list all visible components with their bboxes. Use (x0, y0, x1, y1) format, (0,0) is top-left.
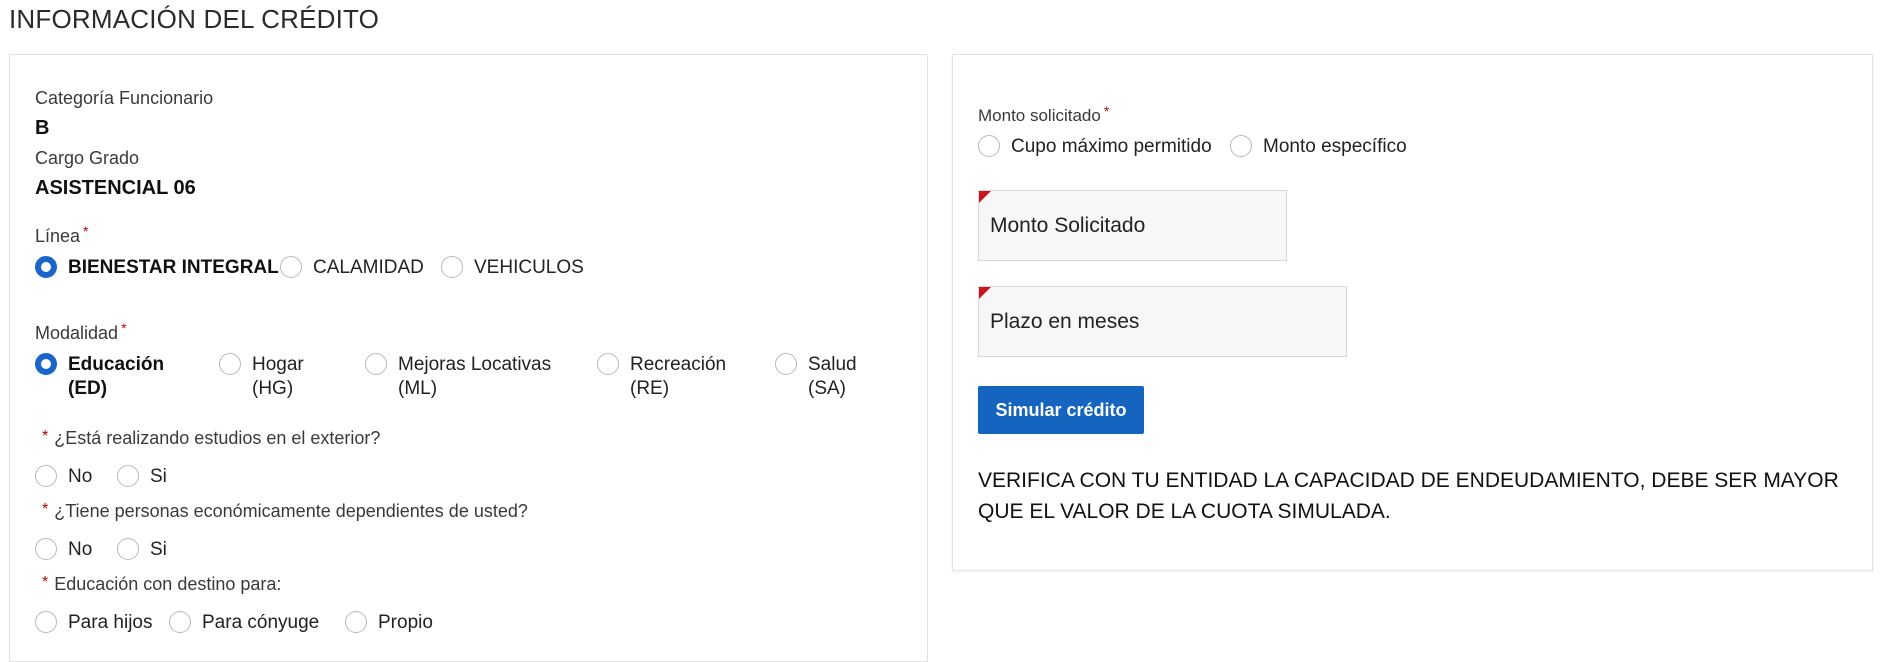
radio-checked-icon (35, 353, 57, 375)
endeudamiento-notice: VERIFICA CON TU ENTIDAD LA CAPACIDAD DE … (978, 469, 1839, 523)
required-mark: * (42, 501, 49, 518)
radio-unchecked-icon (219, 353, 241, 375)
credit-info-card: Categoría Funcionario B Cargo Grado ASIS… (9, 54, 928, 662)
required-mark: * (42, 428, 49, 445)
radio-modalidad-mejoras[interactable]: Mejoras Locativas (ML) (365, 353, 597, 401)
radio-modalidad-hogar[interactable]: Hogar (HG) (219, 353, 365, 401)
radio-unchecked-icon (169, 611, 191, 633)
radio-unchecked-icon (775, 353, 797, 375)
q2-radio-group: No Si (35, 538, 167, 562)
categoria-value: B (35, 117, 50, 139)
linea-radio-group: BIENESTAR INTEGRAL CALAMIDAD VEHICULOS (35, 256, 584, 280)
radio-q2-si[interactable]: Si (117, 538, 167, 562)
required-mark: * (42, 574, 49, 591)
radio-unchecked-icon (441, 256, 463, 278)
radio-linea-vehiculos[interactable]: VEHICULOS (441, 256, 584, 280)
required-mark: * (83, 223, 89, 239)
radio-unchecked-icon (978, 135, 1000, 157)
radio-monto-especifico[interactable]: Monto específico (1230, 135, 1407, 159)
radio-modalidad-educacion[interactable]: Educación (ED) (35, 353, 219, 401)
radio-q1-si[interactable]: Si (117, 465, 167, 489)
radio-linea-bienestar[interactable]: BIENESTAR INTEGRAL (35, 256, 280, 280)
simulation-card: Monto solicitado * Cupo máximo permitido … (952, 54, 1873, 571)
monto-radio-group: Cupo máximo permitido Monto específico (978, 135, 1407, 159)
monto-solicitado-input[interactable] (979, 191, 1286, 260)
required-mark: * (1103, 103, 1110, 119)
radio-q3-conyuge[interactable]: Para cónyuge (169, 611, 345, 635)
monto-label: Monto solicitado * (978, 103, 1110, 125)
radio-unchecked-icon (597, 353, 619, 375)
radio-q2-no[interactable]: No (35, 538, 117, 562)
modalidad-label: Modalidad * (35, 320, 127, 343)
radio-modalidad-recreacion[interactable]: Recreación (RE) (597, 353, 775, 401)
cargo-value: ASISTENCIAL 06 (35, 177, 196, 199)
modalidad-radio-group: Educación (ED) Hogar (HG) Mejoras Locativa… (35, 353, 857, 401)
radio-q3-propio[interactable]: Propio (345, 611, 433, 635)
q2-label: * ¿Tiene personas económicamente dependie… (42, 501, 528, 521)
radio-unchecked-icon (35, 538, 57, 560)
monto-solicitado-field (978, 190, 1287, 261)
radio-q1-no[interactable]: No (35, 465, 117, 489)
radio-unchecked-icon (117, 465, 139, 487)
plazo-meses-field (978, 286, 1347, 357)
categoria-label: Categoría Funcionario (35, 88, 214, 108)
radio-unchecked-icon (35, 465, 57, 487)
radio-unchecked-icon (117, 538, 139, 560)
radio-cupo-maximo[interactable]: Cupo máximo permitido (978, 135, 1230, 159)
cargo-label: Cargo Grado (35, 148, 140, 168)
radio-modalidad-salud[interactable]: Salud (SA) (775, 353, 857, 401)
required-corner-icon (979, 191, 991, 203)
radio-linea-calamidad[interactable]: CALAMIDAD (280, 256, 441, 280)
radio-unchecked-icon (35, 611, 57, 633)
radio-checked-icon (35, 256, 57, 278)
radio-unchecked-icon (1230, 135, 1252, 157)
plazo-meses-input[interactable] (979, 287, 1346, 356)
radio-unchecked-icon (280, 256, 302, 278)
q1-label: * ¿Está realizando estudios en el exterio… (42, 428, 381, 448)
radio-unchecked-icon (345, 611, 367, 633)
required-mark: * (121, 320, 127, 336)
linea-label: Línea * (35, 223, 89, 246)
radio-unchecked-icon (365, 353, 387, 375)
simular-credito-button[interactable]: Simular crédito (978, 386, 1144, 434)
q3-radio-group: Para hijos Para cónyuge Propio (35, 611, 433, 635)
q3-label: * Educación con destino para: (42, 574, 282, 594)
q1-radio-group: No Si (35, 465, 167, 489)
page-title: INFORMACIÓN DEL CRÉDITO (9, 4, 380, 34)
radio-q3-hijos[interactable]: Para hijos (35, 611, 169, 635)
required-corner-icon (979, 287, 991, 299)
